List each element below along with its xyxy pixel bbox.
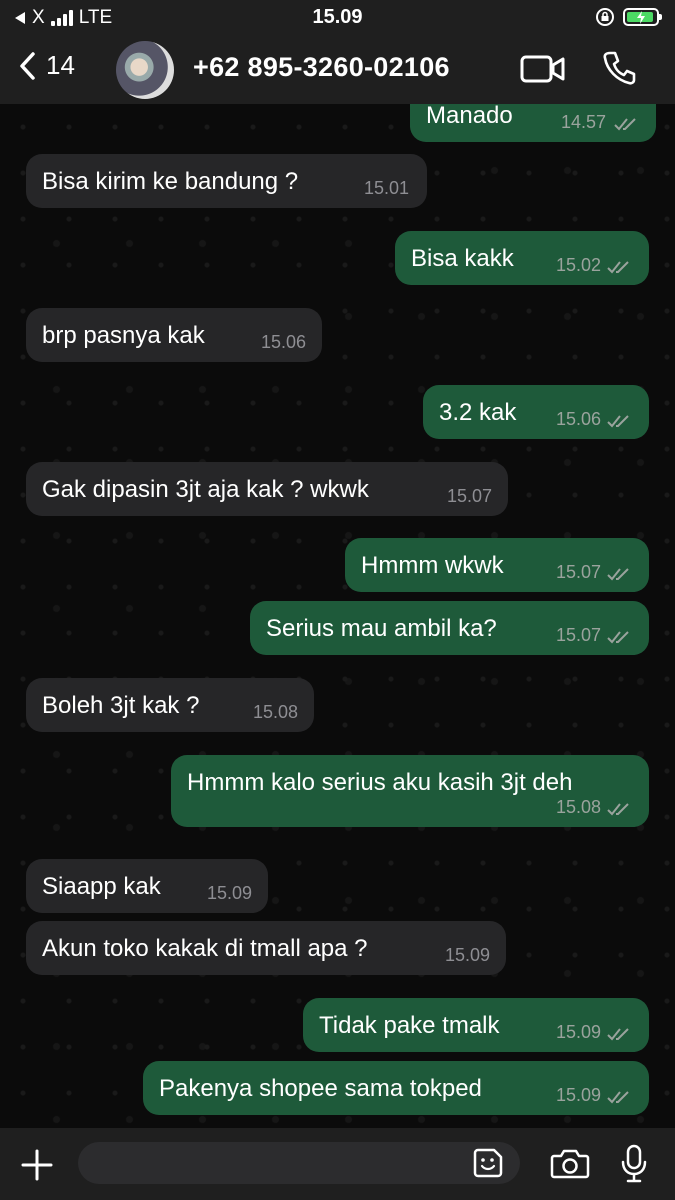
message-text: Manado: [426, 104, 513, 129]
status-right: [595, 7, 662, 27]
message-text: Boleh 3jt kak ?: [42, 692, 200, 719]
message-input[interactable]: [78, 1142, 520, 1184]
video-call-icon[interactable]: [520, 54, 566, 84]
message-text: Hmmm wkwk: [361, 552, 504, 579]
message-time: 15.06: [260, 332, 306, 352]
message-bubble-outgoing[interactable]: Hmmm kalo serius aku kasih 3jt deh 15.08: [171, 755, 649, 827]
microphone-icon[interactable]: [620, 1144, 648, 1184]
contact-avatar[interactable]: [116, 41, 174, 99]
message-bubble-incoming[interactable]: Gak dipasin 3jt aja kak ? wkwk 15.07: [26, 462, 508, 516]
message-bubble-outgoing[interactable]: Bisa kakk 15.02: [395, 231, 649, 285]
message-text: Akun toko kakak di tmall apa ?: [42, 935, 368, 962]
message-time: 15.01: [363, 178, 409, 198]
message-text: Serius mau ambil ka?: [266, 615, 497, 642]
message-text: 3.2 kak: [439, 399, 517, 426]
message-time: 15.07: [555, 562, 601, 582]
message-time: 15.09: [555, 1085, 601, 1105]
message-bubble-outgoing[interactable]: Pakenya shopee sama tokped 15.09: [143, 1061, 649, 1115]
sticker-icon[interactable]: [472, 1147, 504, 1179]
battery-icon: [623, 8, 662, 26]
contact-name[interactable]: +62 895-3260-02106: [193, 52, 450, 83]
read-ticks-icon: [607, 803, 629, 816]
message-time: 15.07: [446, 486, 492, 506]
message-time: 15.09: [555, 1022, 601, 1042]
status-time: 15.09: [312, 6, 363, 28]
message-time: 15.08: [252, 702, 298, 722]
message-bubble-incoming[interactable]: Siaapp kak 15.09: [26, 859, 268, 913]
back-chevron-icon: [20, 51, 35, 80]
read-ticks-icon: [607, 261, 629, 274]
message-time: 15.02: [555, 255, 601, 275]
orientation-lock-icon: [596, 8, 614, 26]
status-bar: X LTE 15.09: [0, 0, 675, 36]
message-time: 15.06: [555, 409, 601, 429]
message-time: 15.07: [555, 625, 601, 645]
read-ticks-icon: [607, 631, 629, 644]
back-button[interactable]: 14: [18, 50, 75, 81]
message-text: Pakenya shopee sama tokped: [159, 1075, 482, 1102]
message-time: 15.09: [444, 945, 490, 965]
message-text: brp pasnya kak: [42, 322, 205, 349]
phone-icon[interactable]: [602, 50, 636, 86]
message-bubble-outgoing[interactable]: Manado 14.57: [410, 104, 656, 142]
message-text: Siaapp kak: [42, 873, 161, 900]
message-time: 15.08: [555, 797, 601, 817]
message-text: Bisa kakk: [411, 245, 514, 272]
message-text: Bisa kirim ke bandung ?: [42, 168, 299, 195]
message-bubble-incoming[interactable]: Boleh 3jt kak ? 15.08: [26, 678, 314, 732]
message-text: Gak dipasin 3jt aja kak ? wkwk: [42, 476, 369, 503]
message-text: Tidak pake tmalk: [319, 1012, 500, 1039]
message-bubble-outgoing[interactable]: 3.2 kak 15.06: [423, 385, 649, 439]
message-bubble-incoming[interactable]: Akun toko kakak di tmall apa ? 15.09: [26, 921, 506, 975]
read-ticks-icon: [614, 118, 636, 131]
message-bubble-outgoing[interactable]: Tidak pake tmalk 15.09: [303, 998, 649, 1052]
chat-area[interactable]: Manado 14.57 Bisa kirim ke bandung ? 15.…: [0, 104, 675, 1128]
message-bubble-outgoing[interactable]: Hmmm wkwk 15.07: [345, 538, 649, 592]
plus-icon[interactable]: [20, 1148, 54, 1182]
message-bubble-incoming[interactable]: brp pasnya kak 15.06: [26, 308, 322, 362]
message-bubble-incoming[interactable]: Bisa kirim ke bandung ? 15.01: [26, 154, 427, 208]
unread-count: 14: [46, 50, 75, 80]
read-ticks-icon: [607, 568, 629, 581]
message-time: 15.09: [206, 883, 252, 903]
read-ticks-icon: [607, 1091, 629, 1104]
message-time: 14.57: [560, 112, 606, 132]
chat-header: 14 +62 895-3260-02106: [0, 36, 675, 104]
camera-icon[interactable]: [550, 1148, 590, 1180]
message-text: Hmmm kalo serius aku kasih 3jt deh: [187, 769, 573, 796]
read-ticks-icon: [607, 415, 629, 428]
message-bubble-outgoing[interactable]: Serius mau ambil ka? 15.07: [250, 601, 649, 655]
read-ticks-icon: [607, 1028, 629, 1041]
composer-bar: [0, 1128, 675, 1200]
